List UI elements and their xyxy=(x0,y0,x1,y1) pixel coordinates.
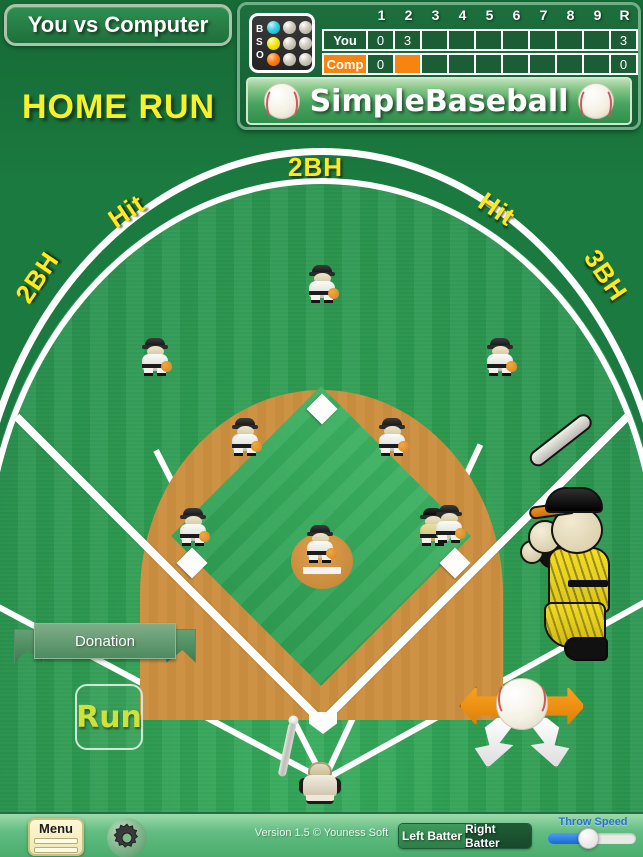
count-indicator: B S O xyxy=(249,13,315,73)
throw-speed-control[interactable]: Throw Speed xyxy=(548,816,638,854)
comp-inning-7 xyxy=(528,53,557,75)
throw-speed-label: Throw Speed xyxy=(558,816,628,828)
throw-speed-slider[interactable] xyxy=(548,828,636,849)
run-button[interactable]: Run xyxy=(75,684,143,750)
you-inning-4 xyxy=(447,29,476,51)
you-inning-9 xyxy=(582,29,611,51)
balls-letter: B xyxy=(256,24,264,35)
hr-zone-2bh-center[interactable]: 2BH xyxy=(288,152,343,183)
donation-label: Donation xyxy=(74,632,136,650)
app-title: SimpleBaseball xyxy=(309,83,569,119)
strikes-row xyxy=(266,36,312,50)
third-baseman xyxy=(228,418,262,456)
first-baseman xyxy=(432,505,466,543)
comp-inning-6 xyxy=(501,53,530,75)
comp-inning-5 xyxy=(474,53,503,75)
out-lamp-1 xyxy=(266,52,280,66)
inning-header-6: 6 xyxy=(512,7,521,23)
you-inning-8 xyxy=(555,29,584,51)
you-inning-3 xyxy=(420,29,449,51)
inning-header-2: 2 xyxy=(404,7,413,23)
strikes-letter: S xyxy=(256,37,263,48)
you-total-runs: 3 xyxy=(609,29,638,51)
scoreboard-panel: B S O 1 2 3 4 5 6 7 8 9 R You 0 3 3 Comp… xyxy=(237,2,641,130)
ball-lamp-1 xyxy=(266,20,280,34)
run-label: Run xyxy=(76,699,142,735)
ball-lamp-2 xyxy=(282,20,296,34)
balls-row xyxy=(266,20,312,34)
left-batter-option[interactable]: Left Batter xyxy=(399,824,465,848)
you-inning-2: 3 xyxy=(393,29,422,51)
inning-header-3: 3 xyxy=(431,7,440,23)
out-lamp-3 xyxy=(298,52,312,66)
catcher xyxy=(299,762,341,804)
inning-table: 1 2 3 4 5 6 7 8 9 R You 0 3 3 Comp 0 0 xyxy=(322,7,638,75)
app-logo-banner: SimpleBaseball xyxy=(246,77,632,125)
batter-side-toggle[interactable]: Left Batter Right Batter xyxy=(398,823,532,849)
comp-inning-9 xyxy=(582,53,611,75)
pitcher xyxy=(303,525,337,563)
strike-lamp-1 xyxy=(266,36,280,50)
scoreboard-row-you: You 0 3 3 xyxy=(322,29,638,51)
out-lamp-2 xyxy=(282,52,296,66)
team-name-you: You xyxy=(322,29,368,51)
game-screen: 2BH Hit 2BH Hit 3BH You vs Computer HOME… xyxy=(0,0,643,857)
left-fielder xyxy=(138,338,172,376)
right-batter-option[interactable]: Right Batter xyxy=(465,824,531,848)
inning-header-9: 9 xyxy=(593,7,602,23)
donation-button[interactable]: Donation xyxy=(34,623,176,659)
inning-header-spacer xyxy=(322,7,368,27)
pitch-direction-control[interactable] xyxy=(459,672,585,772)
inning-header-4: 4 xyxy=(458,7,467,23)
you-inning-6 xyxy=(501,29,530,51)
throw-speed-knob[interactable] xyxy=(578,828,600,849)
comp-inning-3 xyxy=(420,53,449,75)
strike-lamp-3 xyxy=(298,36,312,50)
menu-line-2 xyxy=(34,847,78,853)
inning-header-7: 7 xyxy=(539,7,548,23)
you-inning-5 xyxy=(474,29,503,51)
batter-shoe xyxy=(564,637,608,661)
donation-banner[interactable]: Donation xyxy=(14,623,196,665)
batter-avatar[interactable] xyxy=(520,410,632,664)
pitching-rubber xyxy=(303,567,341,574)
batter-belt xyxy=(568,580,608,587)
baseball-icon-right xyxy=(578,83,615,120)
shortstop xyxy=(176,508,210,546)
inning-header-8: 8 xyxy=(566,7,575,23)
inning-header-row: 1 2 3 4 5 6 7 8 9 R xyxy=(322,7,638,27)
strike-lamp-2 xyxy=(282,36,296,50)
second-baseman xyxy=(375,418,409,456)
comp-inning-4 xyxy=(447,53,476,75)
inning-header-runs: R xyxy=(619,7,630,23)
you-inning-7 xyxy=(528,29,557,51)
version-text: Version 1.5 © Youness Soft xyxy=(254,827,389,839)
inning-header-5: 5 xyxy=(485,7,494,23)
ball-lamp-3 xyxy=(298,20,312,34)
matchup-label: You vs Computer xyxy=(27,12,209,37)
comp-inning-8 xyxy=(555,53,584,75)
inning-header-1: 1 xyxy=(377,7,386,23)
team-name-comp: Comp xyxy=(322,53,368,75)
comp-total-runs: 0 xyxy=(609,53,638,75)
status-message: HOME RUN xyxy=(22,88,216,126)
comp-inning-1: 0 xyxy=(366,53,395,75)
comp-inning-2 xyxy=(393,53,422,75)
batter-cap xyxy=(545,487,603,513)
bottom-toolbar: Menu Version 1.5 © Youness Soft xyxy=(0,812,643,857)
outs-letter: O xyxy=(256,50,264,61)
matchup-badge[interactable]: You vs Computer xyxy=(4,4,232,46)
pitch-baseball-icon[interactable] xyxy=(496,678,548,730)
baseball-icon-left xyxy=(263,83,300,120)
right-fielder xyxy=(483,338,517,376)
outs-row xyxy=(266,52,312,66)
scoreboard-row-comp: Comp 0 0 xyxy=(322,53,638,75)
center-fielder xyxy=(305,265,339,303)
you-inning-1: 0 xyxy=(366,29,395,51)
